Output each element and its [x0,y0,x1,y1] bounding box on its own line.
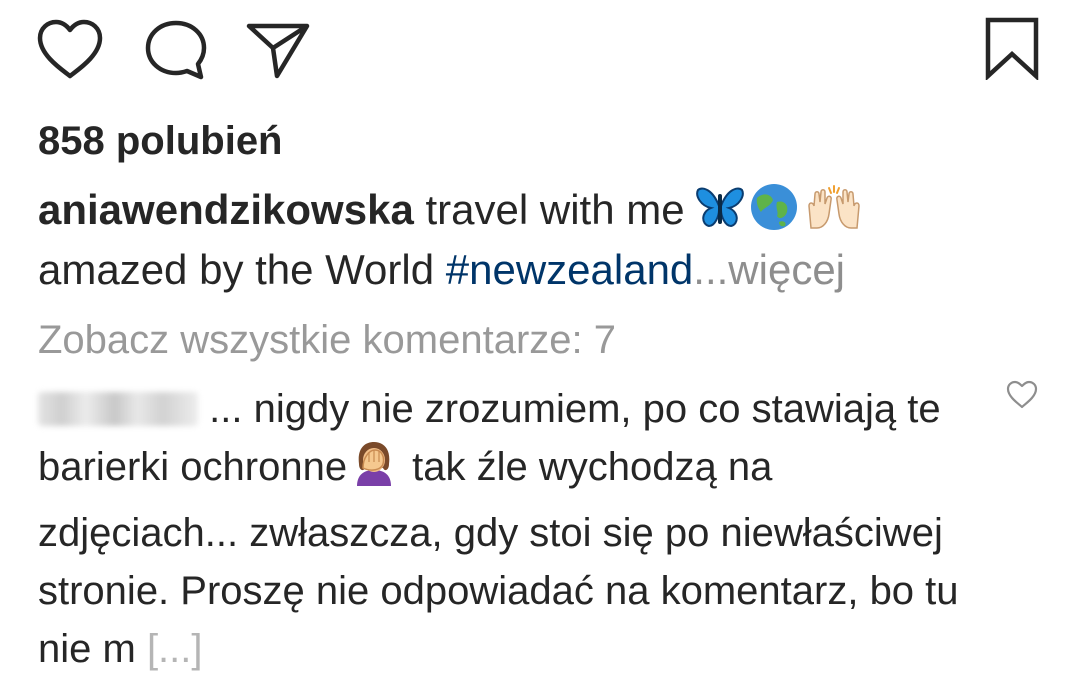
more-button[interactable]: ...więcej [693,246,845,293]
bookmark-icon[interactable] [982,16,1042,80]
caption-emojis [695,182,865,232]
facepalm-icon [349,438,399,504]
globe-icon [749,182,799,232]
share-icon[interactable] [243,18,313,82]
heart-icon[interactable] [34,18,106,82]
comment-icon[interactable] [143,18,209,82]
butterfly-icon [695,184,745,230]
comment-heart-icon[interactable] [1005,380,1039,410]
comment-item: ... nigdy nie zrozumiem, po co stawiają … [38,380,968,678]
hashtag-link[interactable]: #newzealand [446,246,694,293]
caption-text-line2: amazed by the World [38,246,435,293]
blurred-username[interactable] [38,392,198,426]
caption-username[interactable]: aniawendzikowska [38,186,414,233]
raised-hands-icon [803,184,865,230]
view-all-comments-link[interactable]: Zobacz wszystkie komentarze: 7 [38,314,616,366]
post-caption: aniawendzikowska travel with me amazed b… [38,180,1028,300]
comment-truncation[interactable]: [...] [147,627,203,671]
likes-count[interactable]: 858 polubień [38,116,283,166]
caption-text-line1: travel with me [425,186,685,233]
